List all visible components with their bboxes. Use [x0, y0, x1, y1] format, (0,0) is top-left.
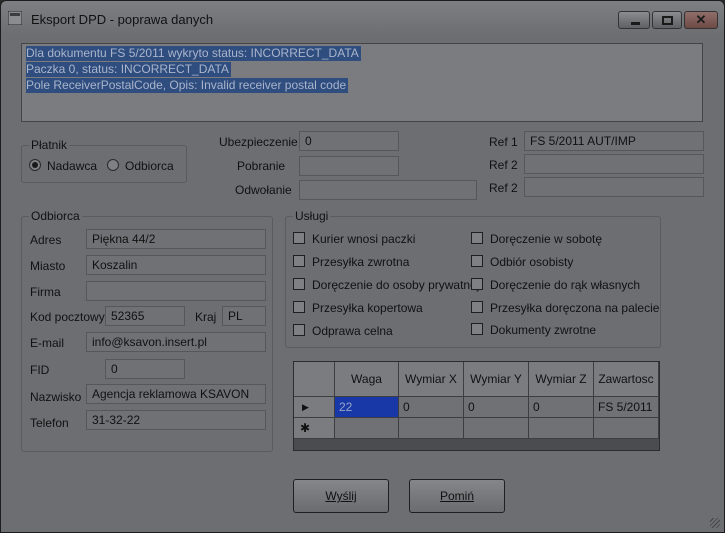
packages-grid[interactable]: Waga Wymiar X Wymiar Y Wymiar Z Zawartos…	[293, 361, 660, 451]
checkbox-przesylka-zwrotna-label[interactable]: Przesyłka zwrotna	[312, 255, 409, 269]
grid-cell-wymiar-z[interactable]: 0	[529, 397, 594, 418]
minimize-button[interactable]	[618, 11, 650, 29]
payer-group-title: Płatnik	[29, 138, 70, 152]
grid-header-wymiar-z[interactable]: Wymiar Z	[529, 362, 594, 397]
grid-row-header-new[interactable]: ✱	[294, 418, 335, 439]
grid-corner[interactable]	[294, 362, 335, 397]
email-field[interactable]: info@ksavon.insert.pl	[86, 332, 266, 352]
insurance-label: Ubezpieczenie	[219, 135, 298, 149]
maximize-button[interactable]	[652, 11, 682, 29]
fid-label: FID	[30, 363, 50, 377]
checkbox-kurier-wnosi[interactable]	[293, 232, 305, 244]
export-dpd-window: Eksport DPD - poprawa danych ✕ Dla dokum…	[0, 0, 725, 533]
grid-cell-zawartosc[interactable]: FS 5/2011	[594, 397, 659, 418]
radio-nadawca-label[interactable]: Nadawca	[47, 159, 97, 173]
checkbox-odbior-osobisty[interactable]	[471, 255, 483, 267]
grid-header-waga[interactable]: Waga	[335, 362, 399, 397]
reference-label: Odwołanie	[235, 183, 292, 197]
checkbox-doreczenie-do-rak-label[interactable]: Doręczenie do rąk własnych	[490, 278, 640, 292]
checkbox-przesylka-zwrotna[interactable]	[293, 255, 305, 267]
phone-label: Telefon	[30, 416, 69, 430]
address-label: Adres	[30, 233, 62, 247]
log-line: Dla dokumentu FS 5/2011 wykryto status: …	[26, 46, 361, 61]
checkbox-przesylka-kopertowa-label[interactable]: Przesyłka kopertowa	[312, 301, 423, 315]
phone-field[interactable]: 31-32-22	[86, 410, 266, 430]
close-icon: ✕	[695, 12, 707, 27]
send-button[interactable]: Wyślij	[293, 479, 389, 513]
ref3-label: Ref 2	[489, 181, 518, 195]
skip-button-label: Pomiń	[439, 489, 474, 503]
checkbox-doreczenie-do-rak[interactable]	[471, 278, 483, 290]
city-label: Miasto	[30, 259, 66, 273]
ref2-field[interactable]	[524, 154, 704, 174]
window-title: Eksport DPD - poprawa danych	[31, 12, 214, 27]
send-button-label: Wyślij	[325, 489, 357, 503]
postal-code-field[interactable]: 52365	[105, 306, 185, 326]
city-field[interactable]: Koszalin	[86, 255, 266, 275]
maximize-icon	[662, 16, 673, 25]
company-field[interactable]	[86, 281, 266, 301]
grid-new-cell[interactable]	[594, 418, 659, 439]
country-label: Kraj	[195, 310, 217, 324]
grid-header-wymiar-x[interactable]: Wymiar X	[399, 362, 464, 397]
radio-nadawca[interactable]	[29, 159, 41, 171]
radio-odbiorca-label[interactable]: Odbiorca	[125, 159, 174, 173]
grid-header-wymiar-y[interactable]: Wymiar Y	[464, 362, 529, 397]
status-log-textbox[interactable]: Dla dokumentu FS 5/2011 wykryto status: …	[21, 43, 703, 122]
insurance-field[interactable]: 0	[299, 131, 399, 151]
grid-cell-wymiar-x[interactable]: 0	[399, 397, 464, 418]
close-button[interactable]: ✕	[684, 11, 718, 29]
grid-cell-wymiar-y[interactable]: 0	[464, 397, 529, 418]
receiver-group-title: Odbiorca	[29, 209, 82, 223]
resize-grip[interactable]	[710, 518, 720, 528]
title-bar[interactable]: Eksport DPD - poprawa danych ✕	[1, 1, 724, 35]
checkbox-kurier-wnosi-label[interactable]: Kurier wnosi paczki	[312, 232, 415, 246]
email-label: E-mail	[30, 336, 65, 350]
log-line: Paczka 0, status: INCORRECT_DATA	[26, 62, 231, 77]
checkbox-odbior-osobisty-label[interactable]: Odbiór osobisty	[490, 255, 573, 269]
checkbox-przesylka-paleta-label[interactable]: Przesyłka doręczona na palecie	[490, 301, 659, 315]
checkbox-odprawa-celna[interactable]	[293, 324, 305, 336]
postal-code-label: Kod pocztowy	[30, 310, 105, 324]
skip-button[interactable]: Pomiń	[409, 479, 505, 513]
grid-new-cell[interactable]	[399, 418, 464, 439]
grid-new-cell[interactable]	[529, 418, 594, 439]
grid-row-header-current[interactable]: ▶	[294, 397, 335, 418]
checkbox-przesylka-kopertowa[interactable]	[293, 301, 305, 313]
checkbox-przesylka-paleta[interactable]	[471, 301, 483, 313]
reference-field[interactable]	[299, 180, 477, 200]
app-icon	[8, 11, 22, 25]
ref1-field[interactable]: FS 5/2011 AUT/IMP	[524, 131, 704, 151]
checkbox-doreczenie-prywatna[interactable]	[293, 278, 305, 290]
checkbox-dokumenty-zwrotne-label[interactable]: Dokumenty zwrotne	[490, 323, 596, 337]
cod-field[interactable]	[299, 156, 399, 176]
grid-cell-waga[interactable]: 22	[335, 397, 399, 418]
grid-new-cell[interactable]	[464, 418, 529, 439]
grid-header-zawartosc[interactable]: Zawartosc	[594, 362, 659, 397]
checkbox-doreczenie-sobota-label[interactable]: Doręczenie w sobotę	[490, 232, 602, 246]
ref2-label: Ref 2	[489, 158, 518, 172]
name-label: Nazwisko	[30, 390, 82, 404]
grid-new-cell[interactable]	[335, 418, 399, 439]
checkbox-doreczenie-sobota[interactable]	[471, 232, 483, 244]
minimize-icon	[631, 22, 640, 25]
company-label: Firma	[30, 285, 61, 299]
fid-field[interactable]: 0	[105, 359, 185, 379]
checkbox-odprawa-celna-label[interactable]: Odprawa celna	[312, 324, 393, 338]
ref1-label: Ref 1	[489, 135, 518, 149]
radio-odbiorca[interactable]	[107, 159, 119, 171]
address-field[interactable]: Piękna 44/2	[86, 229, 266, 249]
checkbox-doreczenie-prywatna-label[interactable]: Doręczenie do osoby prywatnej	[312, 278, 479, 292]
name-field[interactable]: Agencja reklamowa KSAVON	[86, 384, 266, 404]
ref3-field[interactable]	[524, 177, 704, 197]
cod-label: Pobranie	[237, 159, 286, 173]
country-field[interactable]: PL	[222, 306, 266, 326]
services-group-title: Usługi	[293, 209, 331, 223]
log-line: Pole ReceiverPostalCode, Opis: Invalid r…	[26, 78, 349, 93]
checkbox-dokumenty-zwrotne[interactable]	[471, 323, 483, 335]
